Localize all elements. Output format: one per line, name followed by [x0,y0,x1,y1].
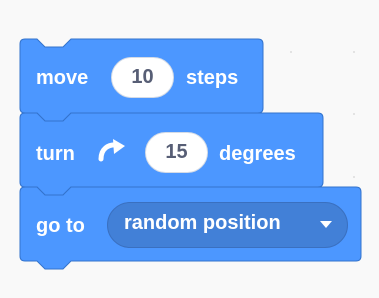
move-label: move [36,67,89,89]
code-workspace[interactable]: move 10 steps turn 15 degrees go to rand… [0,0,379,298]
degrees-input[interactable]: 15 [145,132,208,173]
rotate-clockwise-icon [98,139,125,162]
position-dropdown[interactable]: random position [107,202,348,248]
degrees-label: degrees [219,143,296,165]
steps-label: steps [186,67,239,89]
turn-label: turn [36,143,75,165]
caret-down-icon [320,221,332,228]
steps-input[interactable]: 10 [111,57,174,98]
go-to-label: go to [36,215,85,237]
position-dropdown-value: random position [124,212,281,234]
